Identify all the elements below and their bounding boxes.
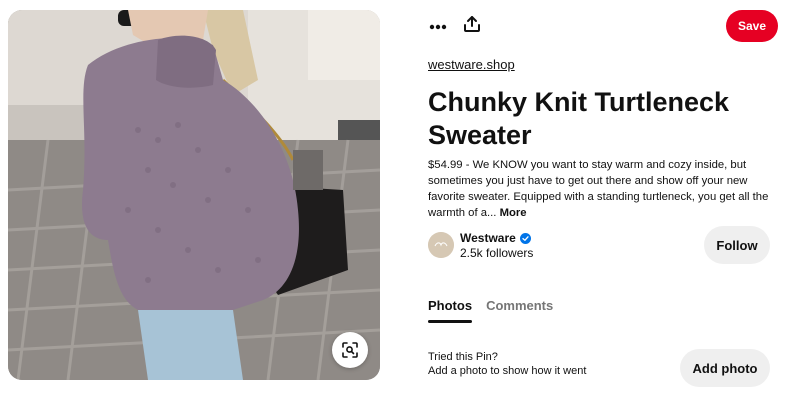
tab-comments[interactable]: Comments bbox=[486, 298, 553, 322]
tab-photos[interactable]: Photos bbox=[428, 298, 473, 323]
tried-heading: Tried this Pin? bbox=[428, 351, 498, 363]
pin-title: Chunky Knit Turtleneck Sweater bbox=[428, 87, 730, 150]
tried-this-pin: Tried this Pin? Add a photo to show how … bbox=[428, 350, 586, 378]
pin-toolbar: Save bbox=[428, 10, 778, 42]
tabs: Photos Comments bbox=[428, 298, 553, 328]
share-button[interactable] bbox=[460, 14, 484, 38]
visual-search-button[interactable] bbox=[332, 332, 368, 368]
more-link[interactable]: More bbox=[500, 207, 527, 219]
visual-search-icon bbox=[342, 342, 358, 358]
source-link[interactable]: westware.shop bbox=[428, 57, 515, 72]
creator-row: Westware 2.5k followers Follow bbox=[428, 226, 778, 266]
creator-name[interactable]: Westware bbox=[460, 231, 531, 245]
description-text: $54.99 - We KNOW you want to stay warm a… bbox=[428, 159, 769, 219]
pin-closeup: Save westware.shop Chunky Knit Turtlenec… bbox=[0, 0, 790, 418]
follower-count: 2.5k followers bbox=[460, 246, 534, 260]
more-options-button[interactable] bbox=[426, 14, 450, 38]
save-button[interactable]: Save bbox=[725, 10, 778, 42]
tried-subtext: Add a photo to show how it went bbox=[428, 365, 587, 377]
pin-photo bbox=[8, 10, 380, 380]
add-photo-button[interactable]: Add photo bbox=[680, 349, 770, 387]
ellipsis-icon bbox=[429, 17, 447, 35]
share-icon bbox=[463, 15, 481, 38]
creator-name-label: Westware bbox=[460, 231, 516, 245]
pin-details-panel: Save westware.shop Chunky Knit Turtlenec… bbox=[428, 0, 778, 418]
verified-check-icon bbox=[519, 232, 531, 244]
pin-description: $54.99 - We KNOW you want to stay warm a… bbox=[428, 157, 778, 221]
follow-button[interactable]: Follow bbox=[704, 226, 770, 264]
avatar[interactable] bbox=[428, 232, 454, 258]
pin-image[interactable] bbox=[8, 10, 380, 380]
